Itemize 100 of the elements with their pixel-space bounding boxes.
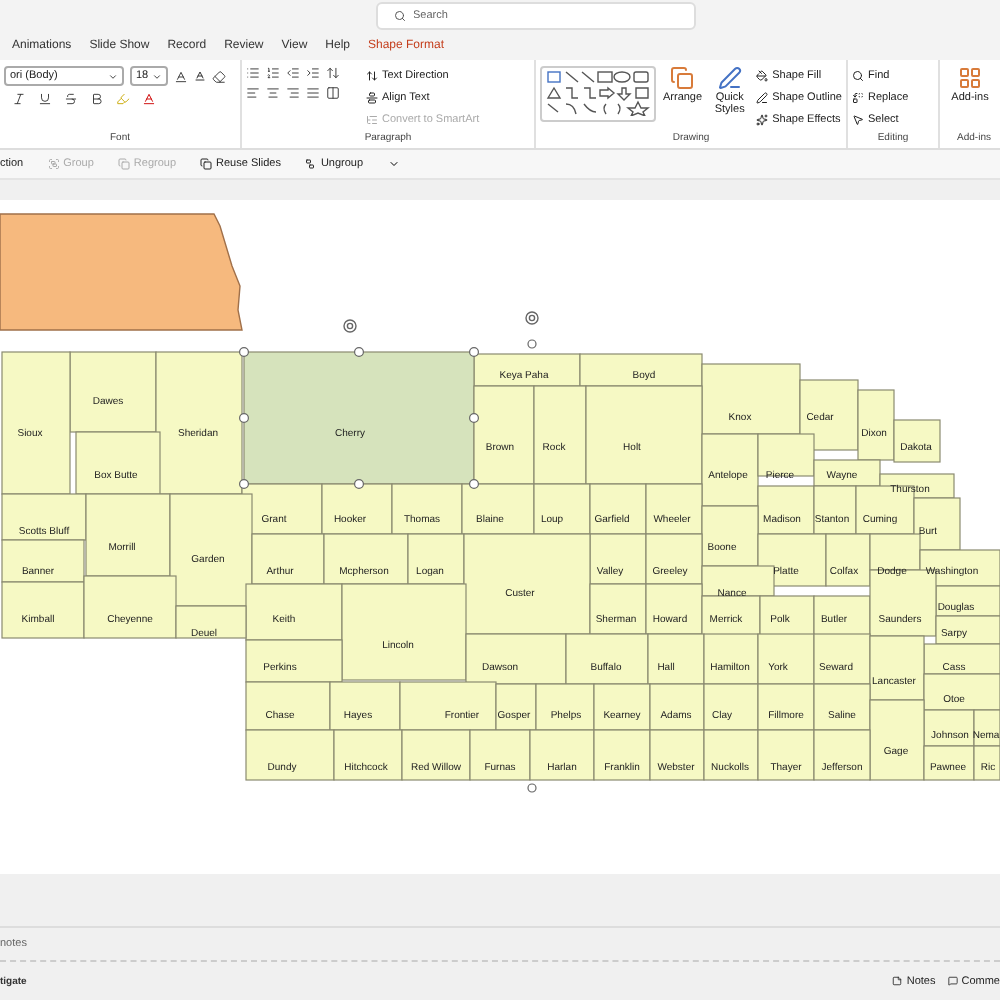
- replace-icon: [852, 91, 864, 103]
- county-region[interactable]: [893, 419, 941, 463]
- county-region[interactable]: [175, 605, 247, 639]
- resize-handle[interactable]: [239, 479, 249, 489]
- county-region[interactable]: [1, 539, 85, 583]
- county-region[interactable]: [703, 683, 759, 731]
- pen-icon: [717, 66, 742, 90]
- county-region[interactable]: [869, 635, 925, 701]
- county-region[interactable]: [593, 683, 651, 731]
- font-color-icon[interactable]: [142, 92, 156, 106]
- resize-handle[interactable]: [354, 479, 364, 489]
- county-region[interactable]: [973, 745, 1000, 781]
- county-region[interactable]: [589, 483, 647, 535]
- justify-icon[interactable]: [306, 86, 320, 100]
- pen-icon: [756, 91, 769, 103]
- rotate-handle[interactable]: [525, 311, 539, 325]
- sparkles-icon: [756, 113, 769, 125]
- county-region[interactable]: [757, 683, 815, 731]
- resize-handle[interactable]: [469, 413, 479, 423]
- county-region[interactable]: [703, 729, 759, 781]
- note-icon: [892, 976, 903, 986]
- shape-gallery[interactable]: [540, 66, 656, 122]
- caret-icon[interactable]: [387, 158, 400, 170]
- outdent-icon[interactable]: [286, 66, 300, 80]
- county-region[interactable]: [645, 533, 703, 585]
- county-region[interactable]: [919, 549, 1000, 587]
- county-region[interactable]: [857, 389, 895, 461]
- resize-handle[interactable]: [527, 339, 537, 349]
- county-region[interactable]: [813, 683, 871, 731]
- strikethrough-icon[interactable]: [64, 92, 78, 106]
- county-region[interactable]: [589, 583, 647, 635]
- county-region[interactable]: [495, 683, 537, 731]
- shapes-drawing: [542, 68, 654, 116]
- county-region[interactable]: [473, 353, 581, 387]
- italic-icon[interactable]: [12, 92, 26, 106]
- county-region[interactable]: [701, 505, 759, 567]
- county-region[interactable]: [935, 615, 1000, 645]
- county-region[interactable]: [701, 565, 775, 597]
- resize-handle[interactable]: [527, 783, 537, 793]
- county-region[interactable]: [529, 729, 595, 781]
- highlighter-icon[interactable]: [116, 92, 130, 106]
- county-region[interactable]: [813, 459, 881, 487]
- align-center-icon[interactable]: [266, 86, 280, 100]
- county-region[interactable]: [649, 683, 705, 731]
- county-region[interactable]: [759, 595, 815, 637]
- county-region[interactable]: [757, 485, 815, 535]
- county-region[interactable]: [565, 633, 649, 685]
- county-region[interactable]: [333, 729, 403, 781]
- line-spacing-icon[interactable]: [326, 66, 340, 80]
- county-region[interactable]: [923, 709, 975, 747]
- county-region[interactable]: [645, 483, 703, 535]
- bullets-icon[interactable]: [246, 66, 260, 80]
- smartart-icon: [366, 113, 378, 125]
- county-region[interactable]: [323, 533, 409, 585]
- county-region[interactable]: [757, 433, 815, 477]
- county-region[interactable]: [935, 585, 1000, 617]
- numbering-icon[interactable]: [266, 66, 280, 80]
- county-region[interactable]: [701, 433, 759, 507]
- rotate-handle[interactable]: [343, 319, 357, 333]
- columns-icon[interactable]: [326, 86, 340, 100]
- grow-font-icon[interactable]: [174, 69, 188, 83]
- county-region[interactable]: [589, 533, 647, 585]
- county-region[interactable]: [535, 683, 595, 731]
- county-region[interactable]: [757, 729, 815, 781]
- county-region[interactable]: [391, 483, 463, 535]
- resize-handle[interactable]: [469, 479, 479, 489]
- align-right-icon[interactable]: [286, 86, 300, 100]
- county-region[interactable]: [813, 633, 871, 685]
- align-left-icon[interactable]: [246, 86, 260, 100]
- county-region[interactable]: [923, 745, 975, 781]
- county-region[interactable]: [703, 633, 759, 685]
- county-region[interactable]: [701, 595, 761, 637]
- county-region[interactable]: [825, 533, 871, 587]
- paint-bucket-icon: [756, 69, 769, 81]
- resize-handle[interactable]: [354, 347, 364, 357]
- clear-format-icon[interactable]: [212, 69, 226, 83]
- search-icon: [852, 69, 864, 81]
- caret-icon: [152, 71, 162, 81]
- county-region[interactable]: [321, 483, 393, 535]
- resize-handle[interactable]: [239, 347, 249, 357]
- shrink-font-icon[interactable]: [194, 70, 206, 82]
- county-region[interactable]: [813, 595, 871, 637]
- indent-icon[interactable]: [306, 66, 320, 80]
- county-region[interactable]: [813, 485, 857, 535]
- county-region[interactable]: [649, 729, 705, 781]
- resize-handle[interactable]: [469, 347, 479, 357]
- county-region[interactable]: [593, 729, 651, 781]
- county-region[interactable]: [461, 483, 535, 535]
- county-region[interactable]: [645, 583, 703, 635]
- county-region[interactable]: [973, 709, 1000, 747]
- county-region[interactable]: [813, 729, 871, 781]
- county-region[interactable]: [923, 643, 1000, 675]
- resize-handle[interactable]: [239, 413, 249, 423]
- county-region[interactable]: [469, 729, 531, 781]
- county-region[interactable]: [407, 533, 465, 585]
- underline-icon[interactable]: [38, 92, 52, 106]
- county-region[interactable]: [329, 681, 401, 731]
- county-region[interactable]: [1, 493, 87, 541]
- bold-icon[interactable]: [90, 92, 104, 106]
- county-region[interactable]: [401, 729, 471, 781]
